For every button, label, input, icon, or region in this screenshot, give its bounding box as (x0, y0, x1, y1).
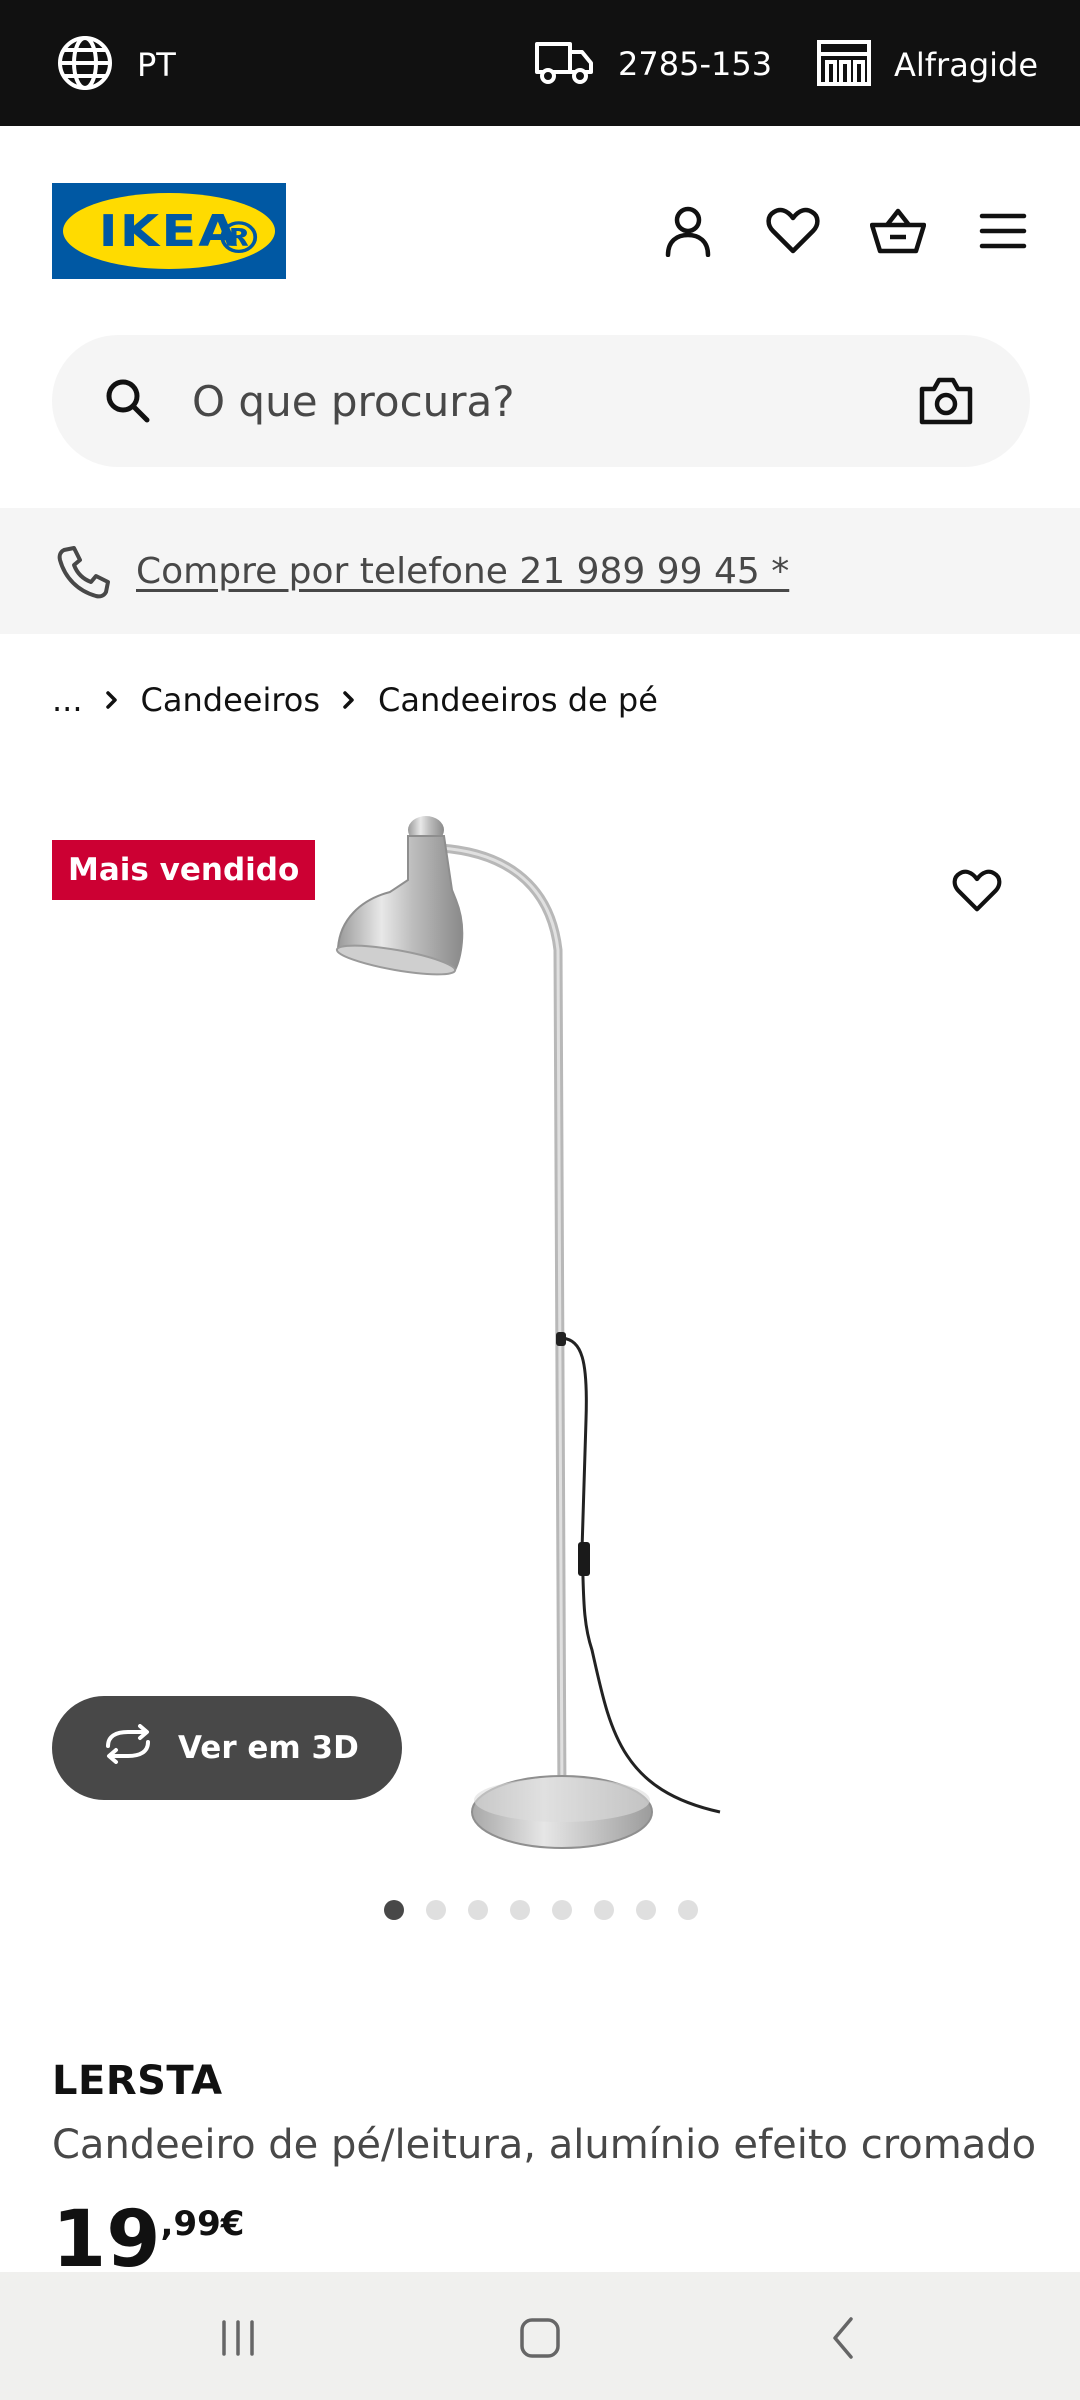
product-page: PT 2785-153 Alfragide IKEA ® O que procu… (0, 0, 1080, 2400)
add-to-favourites-icon[interactable] (948, 862, 1006, 920)
home-icon[interactable] (508, 2306, 572, 2370)
chevron-right-icon (105, 688, 119, 712)
search-icon[interactable] (102, 375, 154, 431)
rotate-3d-icon (100, 1724, 156, 1772)
product-image-lamp[interactable] (320, 800, 760, 1860)
ikea-logo[interactable]: IKEA ® (52, 183, 286, 279)
breadcrumb-item-candeeiros[interactable]: Candeeiros (141, 681, 321, 719)
search-bar[interactable] (52, 335, 1030, 467)
carousel-dot[interactable] (510, 1900, 530, 1920)
delivery-truck-icon (534, 38, 594, 90)
image-carousel-dots (384, 1900, 720, 1922)
product-name: LERSTA (52, 2058, 223, 2104)
store-selector[interactable]: Alfragide (816, 38, 1038, 92)
breadcrumb-item-ellipsis[interactable]: ... (52, 681, 83, 719)
menu-icon[interactable] (975, 203, 1031, 259)
store-label: Alfragide (894, 46, 1039, 84)
phone-order-banner: Compre por telefone 21 989 99 45 * (0, 508, 1080, 634)
carousel-dot[interactable] (636, 1900, 656, 1920)
camera-icon[interactable] (918, 375, 974, 431)
account-icon[interactable] (660, 203, 716, 259)
carousel-dot[interactable] (678, 1900, 698, 1920)
back-icon[interactable] (812, 2306, 876, 2370)
carousel-dot[interactable] (468, 1900, 488, 1920)
globe-icon (56, 34, 114, 96)
postcode-label: 2785-153 (618, 45, 773, 83)
carousel-dot[interactable] (426, 1900, 446, 1920)
chevron-right-icon (342, 688, 356, 712)
carousel-dot[interactable] (552, 1900, 572, 1920)
product-price: 19 ,99€ (52, 2198, 244, 2282)
view-in-3d-button[interactable]: Ver em 3D (52, 1696, 402, 1800)
recent-apps-icon[interactable] (206, 2306, 270, 2370)
view-in-3d-label: Ver em 3D (178, 1730, 359, 1766)
top-bar: PT 2785-153 Alfragide (0, 0, 1080, 126)
favourites-icon[interactable] (765, 203, 821, 259)
best-seller-badge: Mais vendido (52, 840, 316, 900)
postcode-selector[interactable]: 2785-153 (534, 36, 772, 92)
product-description: Candeeiro de pé/leitura, alumínio efeito… (52, 2122, 1037, 2168)
language-selector[interactable]: PT (56, 34, 176, 96)
search-input[interactable] (192, 365, 932, 437)
breadcrumb: ... Candeeiros Candeeiros de pé (52, 672, 658, 728)
price-cents: ,99€ (160, 2204, 245, 2244)
phone-icon (56, 544, 112, 604)
carousel-dot[interactable] (384, 1900, 404, 1920)
store-icon (816, 39, 872, 91)
basket-icon[interactable] (870, 203, 926, 259)
phone-order-link[interactable]: Compre por telefone 21 989 99 45 * (136, 544, 789, 600)
price-integer: 19 (52, 2195, 161, 2285)
carousel-dot[interactable] (594, 1900, 614, 1920)
breadcrumb-item-candeeiros-de-pe[interactable]: Candeeiros de pé (378, 681, 658, 719)
system-navigation-bar (0, 2272, 1080, 2400)
language-label: PT (137, 46, 176, 84)
